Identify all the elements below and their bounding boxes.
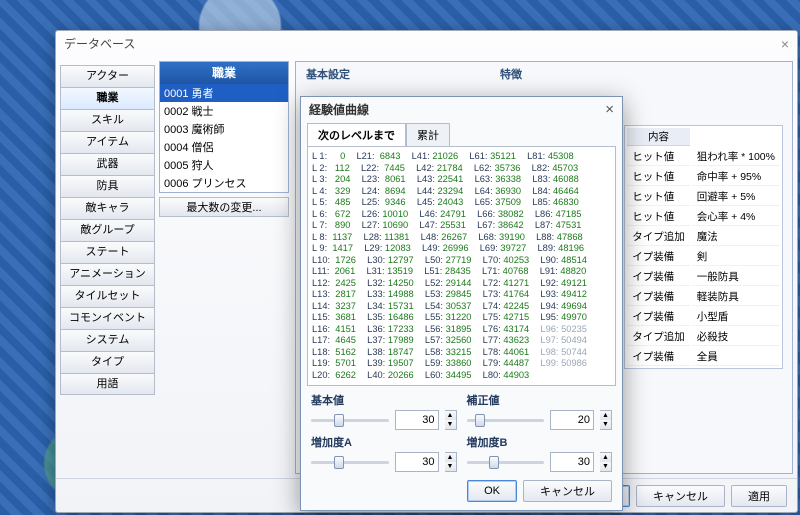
class-row[interactable]: 0004 僧侶 xyxy=(160,138,288,156)
trait-row[interactable]: タイプ追加必殺技 xyxy=(627,328,780,346)
base-label: 基本値 xyxy=(311,392,457,408)
accB-slider[interactable] xyxy=(467,453,545,471)
trait-row[interactable]: ヒット値回避率 + 5% xyxy=(627,188,780,206)
chevron-down-icon[interactable]: ▼ xyxy=(600,420,611,429)
corr-spinner[interactable]: ▲▼ xyxy=(600,410,612,430)
corr-label: 補正値 xyxy=(467,392,613,408)
category-tab-10[interactable]: タイルセット xyxy=(60,285,155,307)
trait-row[interactable]: ヒット値命中率 + 95% xyxy=(627,168,780,186)
chevron-up-icon[interactable]: ▲ xyxy=(445,453,456,462)
base-input[interactable] xyxy=(395,410,439,430)
dialog-title: 経験値曲線 xyxy=(309,101,369,118)
trait-row[interactable]: イプ装備剣 xyxy=(627,248,780,266)
section-traits-label: 特徴 xyxy=(500,66,522,82)
accA-input[interactable] xyxy=(395,452,439,472)
base-slider[interactable] xyxy=(311,411,389,429)
category-tab-6[interactable]: 敵キャラ xyxy=(60,197,155,219)
chevron-down-icon[interactable]: ▼ xyxy=(445,420,456,429)
cancel-button[interactable]: キャンセル xyxy=(636,485,725,507)
dialog-close-icon[interactable]: × xyxy=(605,101,614,118)
category-tab-7[interactable]: 敵グループ xyxy=(60,219,155,241)
tab-next-level[interactable]: 次のレベルまで xyxy=(307,123,406,146)
chevron-up-icon[interactable]: ▲ xyxy=(445,411,456,420)
corr-slider[interactable] xyxy=(467,411,545,429)
traits-table[interactable]: タイプ 内容 ヒット値狙われ率 * 100%ヒット値命中率 + 95%ヒット値回… xyxy=(624,125,783,369)
trait-row[interactable]: ヒット値狙われ率 * 100% xyxy=(627,148,780,166)
exp-table: L 1: 0 L21: 6843 L41: 21026 L61: 35121 L… xyxy=(307,146,616,386)
class-list-header: 職業 xyxy=(160,62,288,84)
window-titlebar: データベース × xyxy=(56,31,797,57)
window-title: データベース xyxy=(64,31,135,57)
class-row[interactable]: 0005 狩人 xyxy=(160,156,288,174)
class-row[interactable]: 0003 魔術師 xyxy=(160,120,288,138)
class-list-panel: 職業 0001 勇者0002 戦士0003 魔術師0004 僧侶0005 狩人0… xyxy=(159,61,289,193)
class-row[interactable]: 0002 戦士 xyxy=(160,102,288,120)
accB-label: 増加度B xyxy=(467,434,613,450)
trait-row[interactable]: イプ装備軽装防具 xyxy=(627,288,780,306)
class-list[interactable]: 0001 勇者0002 戦士0003 魔術師0004 僧侶0005 狩人0006… xyxy=(160,84,288,192)
category-tab-5[interactable]: 防具 xyxy=(60,175,155,197)
category-tabs: アクター職業スキルアイテム武器防具敵キャラ敵グループステートアニメーションタイル… xyxy=(60,61,155,474)
chevron-down-icon[interactable]: ▼ xyxy=(600,462,611,471)
class-row[interactable]: 0006 プリンセス xyxy=(160,174,288,192)
chevron-up-icon[interactable]: ▲ xyxy=(600,453,611,462)
change-max-button[interactable]: 最大数の変更... xyxy=(159,197,289,217)
category-tab-1[interactable]: 職業 xyxy=(60,87,155,109)
category-tab-12[interactable]: システム xyxy=(60,329,155,351)
close-icon[interactable]: × xyxy=(781,31,789,57)
category-tab-13[interactable]: タイプ xyxy=(60,351,155,373)
trait-row[interactable]: タイプ追加魔法 xyxy=(627,228,780,246)
category-tab-0[interactable]: アクター xyxy=(60,65,155,87)
category-tab-2[interactable]: スキル xyxy=(60,109,155,131)
accB-input[interactable] xyxy=(550,452,594,472)
trait-row[interactable]: イプ装備一般防具 xyxy=(627,268,780,286)
category-tab-11[interactable]: コモンイベント xyxy=(60,307,155,329)
base-spinner[interactable]: ▲▼ xyxy=(445,410,457,430)
accB-spinner[interactable]: ▲▼ xyxy=(600,452,612,472)
category-tab-3[interactable]: アイテム xyxy=(60,131,155,153)
tab-total[interactable]: 累計 xyxy=(406,123,450,146)
apply-button[interactable]: 適用 xyxy=(731,485,787,507)
accA-spinner[interactable]: ▲▼ xyxy=(445,452,457,472)
category-tab-4[interactable]: 武器 xyxy=(60,153,155,175)
trait-row[interactable]: ヒット値会心率 + 4% xyxy=(627,208,780,226)
corr-input[interactable] xyxy=(550,410,594,430)
exp-curve-dialog: 経験値曲線 × 次のレベルまで 累計 L 1: 0 L21: 6843 L41:… xyxy=(300,96,623,511)
trait-row[interactable]: イプ装備全員 xyxy=(627,348,780,366)
accA-slider[interactable] xyxy=(311,453,389,471)
dialog-cancel-button[interactable]: キャンセル xyxy=(523,480,612,502)
category-tab-9[interactable]: アニメーション xyxy=(60,263,155,285)
category-tab-14[interactable]: 用語 xyxy=(60,373,155,395)
section-basic-label: 基本設定 xyxy=(306,66,350,82)
class-row[interactable]: 0001 勇者 xyxy=(160,84,288,102)
chevron-down-icon[interactable]: ▼ xyxy=(445,462,456,471)
trait-row[interactable]: イプ装備小型盾 xyxy=(627,308,780,326)
accA-label: 増加度A xyxy=(311,434,457,450)
dialog-ok-button[interactable]: OK xyxy=(467,480,517,502)
chevron-up-icon[interactable]: ▲ xyxy=(600,411,611,420)
traits-col-content: 内容 xyxy=(627,128,690,146)
category-tab-8[interactable]: ステート xyxy=(60,241,155,263)
